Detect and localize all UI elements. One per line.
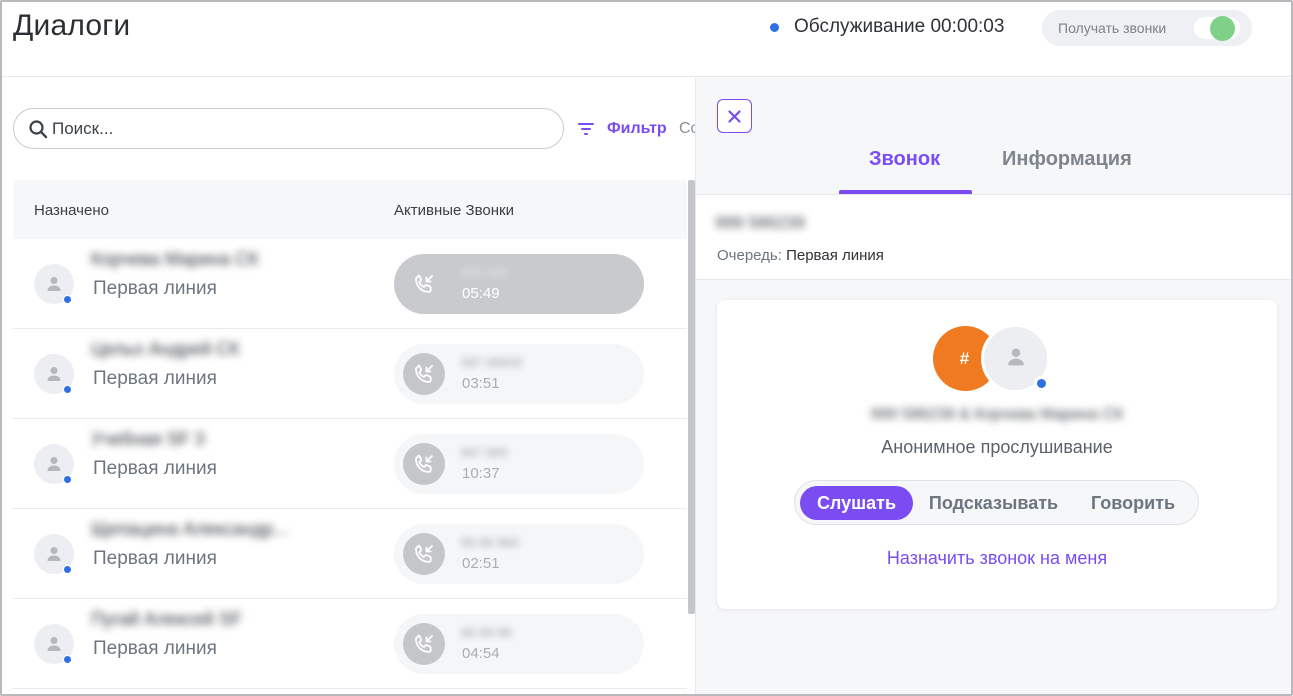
agent-queue: Первая линия [93,458,217,479]
close-panel-button[interactable] [717,99,752,133]
sort-button-partial[interactable]: Со [679,120,695,138]
call-icon-wrap [403,623,445,665]
queue-value: Первая линия [786,247,884,264]
tab-call[interactable]: Звонок [869,148,940,171]
user-icon [1008,348,1024,366]
call-duration: 04:54 [462,645,500,662]
agent-queue: Первая линия [93,548,217,569]
whisper-button[interactable]: Подсказывать [920,486,1067,520]
call-icon-wrap [403,443,445,485]
tab-information[interactable]: Информация [1002,148,1132,171]
monitoring-card: # 999 586239 & Корчева Марина СК Анонимн… [717,300,1277,609]
queue-line: Очередь: Первая линия [717,247,884,264]
call-duration: 10:37 [462,465,500,482]
incoming-call-icon [415,364,433,383]
incoming-call-icon [415,634,433,653]
filter-label: Фильтр [607,120,667,137]
user-icon [47,547,61,561]
incoming-call-icon [415,454,433,473]
call-info-strip: 999 586239 Очередь: Первая линия [696,194,1291,280]
user-icon [47,367,61,381]
incoming-call-icon [415,274,433,293]
close-icon [728,110,741,123]
column-header-assigned: Назначено [34,202,109,219]
queue-label: Очередь: [717,247,782,264]
call-duration: 05:49 [462,285,500,302]
call-icon-wrap [403,263,445,305]
call-pill[interactable]: 897 885 10:37 [394,434,644,494]
table-row[interactable]: Пугай Алексей SF Первая линия 88 89 88 0… [13,599,687,689]
agent-queue: Первая линия [93,638,217,659]
agent-name: Корчева Марина СК [91,249,259,269]
search-box[interactable] [13,108,564,149]
call-details-panel: Звонок Информация 999 586239 Очередь: Пе… [695,78,1291,694]
table-header: Назначено Активные Звонки [13,180,687,239]
call-number: 89 89 880 [461,535,519,550]
receive-calls-label: Получать звонки [1058,20,1167,36]
call-pill[interactable]: 89 89 880 02:51 [394,524,644,584]
online-status-dot [63,385,72,394]
assign-call-to-me-link[interactable]: Назначить звонок на меня [717,548,1277,569]
call-duration: 02:51 [462,555,500,572]
page-title: Диалоги [13,9,131,42]
call-icon-wrap [403,533,445,575]
online-status-dot [63,565,72,574]
call-number: 999 586 [461,265,508,280]
app-window: Диалоги Обслуживание 00:00:03 Получать з… [0,0,1293,696]
call-duration: 03:51 [462,375,500,392]
user-icon [47,277,61,291]
incoming-call-icon [415,544,433,563]
caller-number: 999 586239 [715,213,805,232]
call-number: 897 885 [461,445,508,460]
agent-name: Цельо Андрей СК [91,339,240,359]
user-icon [47,457,61,471]
agent-name: Учебная SF 3 [91,429,205,449]
table-row[interactable]: Цельо Андрей СК Первая линия 587 88835 0… [13,329,687,419]
search-input[interactable] [52,109,552,148]
user-icon [47,637,61,651]
agent-queue: Первая линия [93,278,217,299]
filter-button[interactable]: Фильтр [577,118,667,140]
agent-name: Пугай Алексей SF [91,609,242,629]
active-call-pill[interactable]: 999 586 05:49 [394,254,644,314]
filter-icon [578,123,594,135]
monitoring-mode-text: Анонимное прослушивание [881,437,1113,457]
column-header-active-calls: Активные Звонки [394,202,514,219]
scrollbar[interactable] [688,180,695,614]
online-status-dot [63,655,72,664]
toggle-knob[interactable] [1210,16,1235,41]
table-row[interactable]: Учебная SF 3 Первая линия 897 885 10:37 [13,419,687,509]
search-icon [29,120,48,139]
monitoring-mode-switch: Слушать Подсказывать Говорить [794,480,1199,525]
table-row[interactable]: Корчева Марина СК Первая линия 999 586 0… [13,239,687,329]
agent-queue: Первая линия [93,368,217,389]
listen-button[interactable]: Слушать [800,486,913,520]
online-status-dot [63,475,72,484]
call-pill[interactable]: 587 88835 03:51 [394,344,644,404]
agent-name: Щепацина Александр... [91,519,289,539]
call-participants: 999 586239 & Корчева Марина СК [870,406,1124,423]
service-status-text: Обслуживание 00:00:03 [794,16,1005,37]
agent-online-dot [1034,376,1049,391]
call-icon-wrap [403,353,445,395]
online-status-dot [63,295,72,304]
receive-calls-toggle[interactable]: Получать звонки [1042,10,1252,46]
status-indicator-dot [770,23,779,32]
dialogs-list-panel: Фильтр Со Назначено Активные Звонки Корч… [2,78,695,694]
talk-button[interactable]: Говорить [1078,486,1188,520]
table-row[interactable]: Щепацина Александр... Первая линия 89 89… [13,509,687,599]
call-number: 88 89 88 [461,625,512,640]
top-bar: Диалоги Обслуживание 00:00:03 Получать з… [2,2,1291,77]
call-pill[interactable]: 88 89 88 04:54 [394,614,644,674]
call-number: 587 88835 [461,355,523,370]
